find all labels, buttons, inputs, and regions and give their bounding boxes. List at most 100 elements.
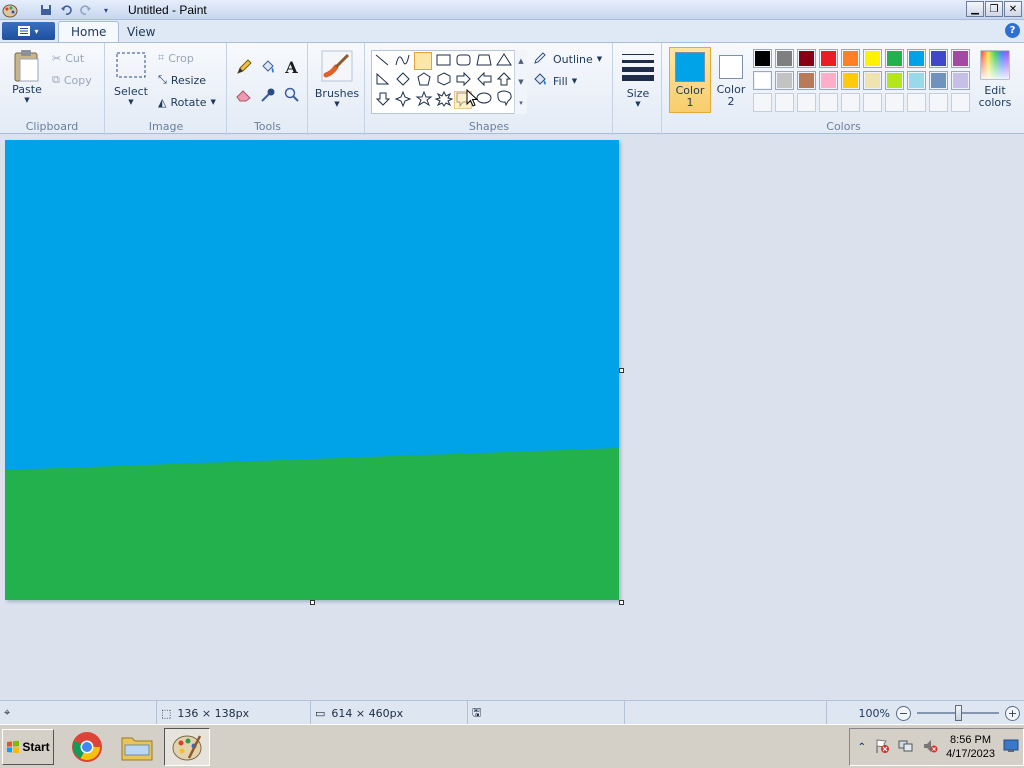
palette-custom-slot[interactable] [797,93,816,112]
color2-button[interactable]: Color 2 [713,47,749,113]
palette-custom-slot[interactable] [929,93,948,112]
drawing-canvas[interactable] [5,140,619,600]
action-center-flag-icon[interactable] [874,738,890,757]
grass-area [5,448,619,600]
shapes-scroll-down-icon[interactable]: ▼ [515,71,527,92]
palette-swatch[interactable] [885,49,904,68]
paint-menu-button[interactable]: ▾ [2,22,55,40]
paint-app-icon[interactable] [2,2,18,18]
palette-swatch[interactable] [929,71,948,90]
zoom-in-button[interactable]: + [1005,705,1020,721]
edit-colors-rainbow-icon [980,50,1010,80]
palette-swatch[interactable] [775,71,794,90]
palette-custom-slot[interactable] [907,93,926,112]
start-button[interactable]: Start [2,729,54,765]
network-icon[interactable] [898,738,914,757]
taskbar: Start ⌃ 8:56 PM 4/17/2023 [0,724,1024,768]
palette-swatch[interactable] [907,71,926,90]
palette-swatch[interactable] [797,49,816,68]
palette-custom-slot[interactable] [819,93,838,112]
resize-button[interactable]: ⤡ Resize [158,71,206,89]
palette-swatch[interactable] [753,71,772,90]
paint-taskbar-button[interactable] [164,728,210,766]
size-dropdown-icon: ▼ [635,100,641,108]
canvas-resize-handle-right[interactable] [619,368,624,373]
size-button[interactable]: Size ▼ [618,51,658,108]
show-desktop-icon[interactable] [1003,739,1019,756]
resize-icon: ⤡ [158,73,167,86]
palette-swatch[interactable] [819,71,838,90]
text-tool-icon[interactable]: A [281,57,302,77]
palette-custom-slot[interactable] [885,93,904,112]
eraser-icon[interactable] [233,85,254,105]
outline-button[interactable]: Outline ▼ [533,50,602,68]
paint-palette-icon [172,735,202,761]
zoom-slider[interactable] [917,705,999,721]
palette-custom-slot[interactable] [951,93,970,112]
palette-swatch[interactable] [951,71,970,90]
palette-custom-slot[interactable] [841,93,860,112]
canvas-workspace [0,89,1024,700]
zoom-slider-thumb[interactable] [955,705,962,721]
palette-swatch[interactable] [907,49,926,68]
select-button[interactable]: Select ▼ [112,51,150,106]
palette-swatch[interactable] [885,71,904,90]
color-picker-icon[interactable] [257,85,278,105]
restore-button[interactable]: ❐ [985,1,1003,17]
palette-swatch[interactable] [753,49,772,68]
shapes-scroll-up-icon[interactable]: ▲ [515,50,527,71]
color1-button[interactable]: Color 1 [669,47,711,113]
fill-bucket-icon[interactable] [257,57,278,77]
palette-swatch[interactable] [863,71,882,90]
palette-swatch[interactable] [841,71,860,90]
palette-swatch[interactable] [863,49,882,68]
zoom-out-button[interactable]: − [896,705,911,721]
close-button[interactable]: ✕ [1004,1,1022,17]
shapes-expand-icon[interactable]: ▾ [515,92,527,113]
canvas-resize-handle-corner[interactable] [619,600,624,605]
palette-swatch[interactable] [951,49,970,68]
pencil-icon[interactable] [233,57,254,77]
volume-muted-icon[interactable] [922,738,938,757]
folder-icon [121,737,153,761]
edit-colors-button[interactable]: Edit colors [975,47,1015,113]
fill-button[interactable]: Fill ▼ [533,72,577,90]
window-title: Untitled - Paint [128,3,207,17]
customize-qat-dropdown-icon[interactable]: ▾ [98,2,114,18]
shapes-gallery [371,50,527,114]
show-hidden-icons-icon[interactable]: ⌃ [858,742,866,753]
canvas-resize-handle-bottom[interactable] [310,600,315,605]
tab-home[interactable]: Home [58,21,120,42]
save-icon[interactable] [38,2,54,18]
palette-swatch[interactable] [775,49,794,68]
palette-swatch[interactable] [929,49,948,68]
chrome-taskbar-button[interactable] [64,728,110,766]
rotate-button[interactable]: ◭ Rotate ▼ [158,93,216,111]
paste-button[interactable]: Paste ▼ [8,49,46,104]
palette-swatch[interactable] [797,71,816,90]
palette-custom-slot[interactable] [863,93,882,112]
crop-button[interactable]: ⌗ Crop [158,49,194,67]
system-clock[interactable]: 8:56 PM 4/17/2023 [946,733,995,761]
fill-dropdown-icon: ▼ [571,77,578,85]
palette-swatch[interactable] [841,49,860,68]
system-tray: ⌃ 8:56 PM 4/17/2023 [848,728,1024,766]
cut-button[interactable]: ✂ Cut [52,49,84,67]
rotate-icon: ◭ [158,95,167,109]
undo-icon[interactable] [58,2,74,18]
palette-custom-slot[interactable] [753,93,772,112]
palette-swatch-color [777,51,792,66]
palette-swatch[interactable] [819,49,838,68]
copy-button[interactable]: ⧉ Copy [52,71,92,89]
brushes-button[interactable]: Brushes ▼ [313,49,361,108]
help-icon[interactable]: ? [1005,23,1020,38]
minimize-button[interactable]: ▁ [966,1,984,17]
oval-shape-selected[interactable] [414,52,432,70]
tab-view[interactable]: View [115,21,167,42]
magnifier-icon[interactable] [281,85,302,105]
window-controls: ▁ ❐ ✕ [965,1,1022,17]
palette-custom-slot[interactable] [775,93,794,112]
palette-swatch-color [887,51,902,66]
redo-icon[interactable] [78,2,94,18]
file-explorer-taskbar-button[interactable] [114,728,160,766]
